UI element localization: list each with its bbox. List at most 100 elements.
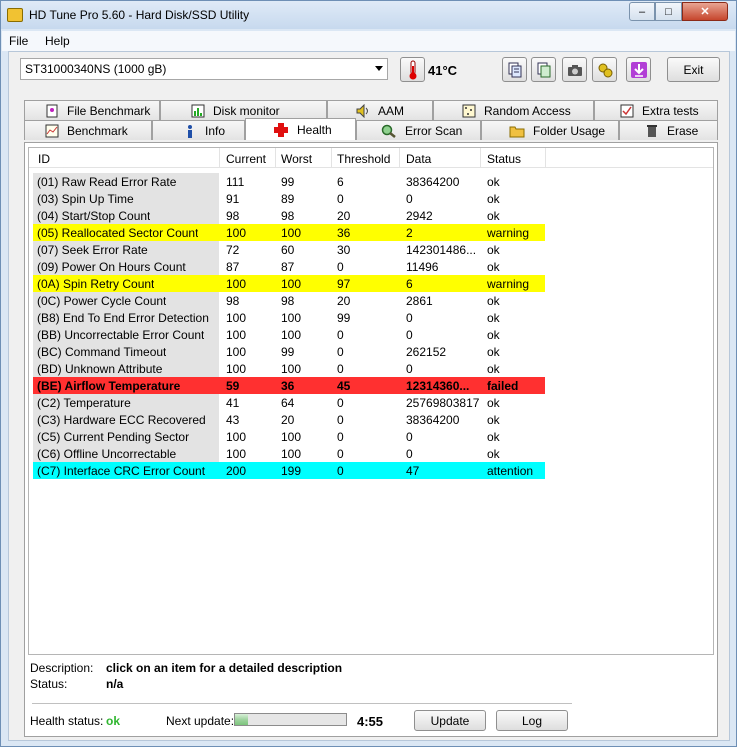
table-row[interactable]: (07) Seek Error Rate 72 60 30 142301486... ok	[33, 241, 545, 258]
tab-extra-tests[interactable]: Extra tests	[594, 100, 718, 120]
table-row[interactable]: (0C) Power Cycle Count 98 98 20 2861 ok	[33, 292, 545, 309]
cell-status: failed	[487, 379, 519, 393]
cell-data: 0	[406, 311, 413, 325]
tab-erase[interactable]: Erase	[619, 120, 718, 140]
update-button[interactable]: Update	[414, 710, 486, 731]
maximize-button[interactable]: □	[655, 2, 682, 21]
title-bar[interactable]: HD Tune Pro 5.60 - Hard Disk/SSD Utility…	[1, 1, 736, 29]
cell-id: (C3) Hardware ECC Recovered	[37, 413, 206, 427]
cell-data: 25769803817	[406, 396, 480, 410]
table-row[interactable]: (B8) End To End Error Detection 100 100 99 0…	[33, 309, 545, 326]
table-row[interactable]: (C6) Offline Uncorrectable 100 100 0 0 ok	[33, 445, 545, 462]
cell-data: 38364200	[406, 175, 460, 189]
cell-data: 0	[406, 447, 413, 461]
tab-file-benchmark[interactable]: File Benchmark	[24, 100, 160, 120]
cell-worst: 98	[281, 294, 295, 308]
tab-error-scan[interactable]: Error Scan	[356, 120, 481, 140]
cell-id: (C6) Offline Uncorrectable	[37, 447, 177, 461]
column-header-id[interactable]: ID	[38, 152, 50, 166]
cell-status: ok	[487, 260, 500, 274]
table-row[interactable]: (BB) Uncorrectable Error Count 100 100 0 0 ok	[33, 326, 545, 343]
column-header-data[interactable]: Data	[406, 152, 431, 166]
column-header-status[interactable]: Status	[487, 152, 521, 166]
table-row[interactable]: (BD) Unknown Attribute 100 100 0 0 ok	[33, 360, 545, 377]
cell-id: (C2) Temperature	[37, 396, 131, 410]
column-header-current[interactable]: Current	[226, 152, 266, 166]
tab-label: Random Access	[484, 103, 571, 118]
tab-label: Info	[205, 123, 226, 138]
cell-status: ok	[487, 345, 500, 359]
tab-health[interactable]: Health	[245, 118, 356, 140]
table-row[interactable]: (0A) Spin Retry Count 100 100 97 6 warning	[33, 275, 545, 292]
cell-current: 111	[226, 175, 245, 189]
menu-file[interactable]: File	[9, 34, 28, 48]
close-button[interactable]: ✕	[682, 2, 728, 21]
table-row[interactable]: (C7) Interface CRC Error Count 200 199 0 47 a…	[33, 462, 545, 479]
cell-threshold: 0	[337, 362, 344, 376]
table-row[interactable]: (05) Reallocated Sector Count 100 100 36 2 wa…	[33, 224, 545, 241]
screenshot-button[interactable]	[562, 57, 587, 82]
cell-data: 11496	[406, 260, 439, 274]
temperature-readout: 41°C	[428, 63, 458, 78]
copy-text-icon	[508, 62, 521, 77]
table-row[interactable]: (C2) Temperature 41 64 0 25769803817 ok	[33, 394, 545, 411]
table-row[interactable]: (BE) Airflow Temperature 59 36 45 12314360..…	[33, 377, 545, 394]
cell-id: (BE) Airflow Temperature	[37, 379, 181, 393]
progress-fill	[235, 714, 249, 725]
cell-status: ok	[487, 175, 500, 189]
tab-aam[interactable]: AAM	[327, 100, 433, 120]
main-area: ST31000340NS (1000 gB) 41°C Exit File Be…	[8, 51, 730, 741]
table-row[interactable]: (BC) Command Timeout 100 99 0 262152 ok	[33, 343, 545, 360]
table-row[interactable]: (C3) Hardware ECC Recovered 43 20 0 38364200…	[33, 411, 545, 428]
log-button[interactable]: Log	[496, 710, 568, 731]
chevron-down-icon	[375, 66, 383, 71]
cell-current: 100	[226, 226, 247, 240]
cell-id: (BC) Command Timeout	[37, 345, 167, 359]
cell-status: ok	[487, 328, 500, 342]
cell-worst: 60	[281, 243, 295, 257]
cell-status: ok	[487, 430, 500, 444]
copy-screenshot-button[interactable]	[531, 57, 556, 82]
health-panel: ID Current Worst Threshold Data Status (…	[24, 142, 718, 737]
menu-help[interactable]: Help	[45, 34, 70, 48]
column-header-worst[interactable]: Worst	[281, 152, 312, 166]
table-row[interactable]: (03) Spin Up Time 91 89 0 0 ok	[33, 190, 545, 207]
cell-current: 87	[226, 260, 240, 274]
cell-data: 0	[406, 362, 413, 376]
tab-folder-usage[interactable]: Folder Usage	[481, 120, 619, 140]
cell-current: 100	[226, 362, 247, 376]
cell-data: 262152	[406, 345, 447, 359]
smart-table: ID Current Worst Threshold Data Status (…	[28, 147, 714, 655]
table-row[interactable]: (C5) Current Pending Sector 100 100 0 0 ok	[33, 428, 545, 445]
cell-data: 6	[406, 277, 413, 291]
speaker-icon	[356, 103, 370, 118]
column-header-threshold[interactable]: Threshold	[337, 152, 390, 166]
disk-monitor-icon	[191, 104, 205, 118]
tab-disk-monitor[interactable]: Disk monitor	[160, 100, 327, 120]
copy-text-button[interactable]	[502, 57, 527, 82]
tab-benchmark[interactable]: Benchmark	[24, 120, 152, 140]
drive-select[interactable]: ST31000340NS (1000 gB)	[20, 58, 388, 80]
table-row[interactable]: (04) Start/Stop Count 98 98 20 2942 ok	[33, 207, 545, 224]
cell-id: (BD) Unknown Attribute	[37, 362, 163, 376]
temperature-button[interactable]	[400, 57, 425, 82]
table-row[interactable]: (01) Raw Read Error Rate 111 99 6 38364200 ok	[33, 173, 545, 190]
cell-worst: 100	[281, 277, 302, 291]
tab-info[interactable]: Info	[152, 120, 245, 140]
tab-label: Extra tests	[642, 103, 699, 118]
cell-worst: 100	[281, 447, 302, 461]
tab-label: Benchmark	[67, 123, 128, 138]
settings-button[interactable]	[592, 57, 617, 82]
cell-id: (C7) Interface CRC Error Count	[37, 464, 206, 478]
exit-button[interactable]: Exit	[667, 57, 720, 82]
minimize-button[interactable]: –	[629, 2, 655, 21]
save-button[interactable]	[626, 57, 651, 82]
cell-current: 200	[226, 464, 247, 478]
tab-random-access[interactable]: Random Access	[433, 100, 594, 120]
cell-worst: 36	[281, 379, 295, 393]
file-benchmark-icon	[45, 104, 59, 118]
tab-row-bottom: Benchmark Info Health Error Scan Folder …	[24, 118, 718, 140]
divider	[32, 703, 572, 704]
table-row[interactable]: (09) Power On Hours Count 87 87 0 11496 ok	[33, 258, 545, 275]
column-separator	[399, 148, 400, 168]
